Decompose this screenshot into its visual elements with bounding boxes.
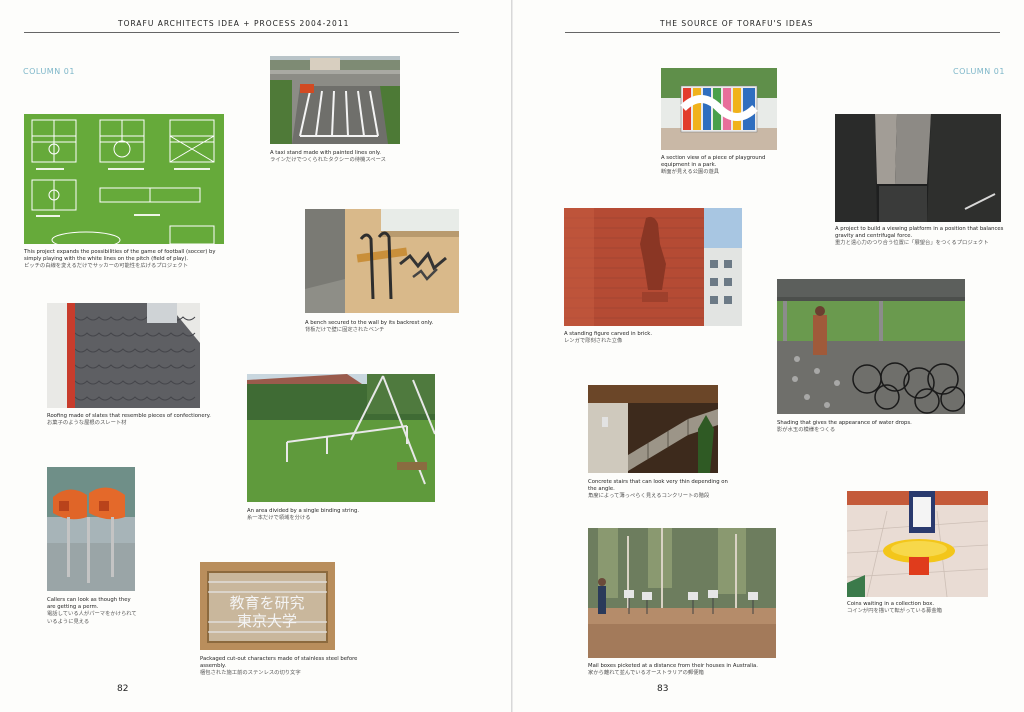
football-caption-en: This project expands the possibilities o… (24, 249, 216, 263)
header-rule-left (24, 32, 459, 33)
viewing-caption-ja: 重力と遠心力のつり合う位置に「展望台」をつくるプロジェクト (835, 240, 989, 247)
playground-caption-ja: 断面が見える公園の遊具 (661, 169, 720, 176)
running-head-left: TORAFU ARCHITECTS IDEA + PROCESS 2004-20… (118, 19, 350, 28)
sign-line-2: 東京大学 (237, 612, 297, 630)
taxi-caption-en: A taxi stand made with painted lines onl… (270, 150, 381, 156)
phone-caption: Callers can look as though they are gett… (47, 597, 139, 626)
playground-photo (661, 68, 777, 150)
mailbox-photo (588, 528, 776, 658)
page-number-right: 83 (657, 684, 669, 694)
football-caption-ja: ピッチの白線を変えるだけでサッカーの可能性を広げるプロジェクト (24, 263, 189, 270)
phone-caption-ja: 電話している人がパーマをかけられているように見える (47, 611, 137, 625)
string-caption-ja: 糸一本だけで領域を分ける (247, 515, 311, 522)
page-number-left: 82 (117, 684, 129, 694)
viewing-caption-en: A project to build a viewing platform in… (835, 226, 1004, 240)
shading-caption-ja: 影が水玉の模様をつくる (777, 427, 836, 434)
concrete-stairs-photo (588, 385, 718, 473)
chars-caption-en: Packaged cut-out characters made of stai… (200, 656, 358, 670)
stairs-caption: Concrete stairs that can look very thin … (588, 479, 728, 501)
packaged-characters-photo: 教育を研究 東京大学 (200, 562, 335, 650)
running-head-right: THE SOURCE OF TORAFU'S IDEAS (660, 19, 814, 28)
roof-caption-ja: お菓子のような屋根のスレート材 (47, 420, 127, 427)
brick-figure-photo (564, 208, 742, 326)
viewing-platform-photo (835, 114, 1001, 222)
shading-caption-en: Shading that gives the appearance of wat… (777, 420, 912, 426)
roof-caption: Roofing made of slates that resemble pie… (47, 413, 217, 427)
brick-caption: A standing figure carved in brick. レンガで彫… (564, 331, 744, 345)
left-page: TORAFU ARCHITECTS IDEA + PROCESS 2004-20… (0, 0, 511, 712)
bench-caption-en: A bench secured to the wall by its backr… (305, 320, 434, 326)
right-page: THE SOURCE OF TORAFU'S IDEAS COLUMN 01 A… (513, 0, 1024, 712)
stairs-caption-en: Concrete stairs that can look very thin … (588, 479, 728, 493)
coins-caption: Coins waiting in a collection box. コインが円… (847, 601, 997, 615)
chars-caption-ja: 梱包された施工前のステンレスの切り文字 (200, 670, 301, 677)
stairs-caption-ja: 角度によって薄っぺらく見えるコンクリートの階段 (588, 493, 710, 500)
brick-caption-en: A standing figure carved in brick. (564, 331, 653, 337)
column-label-left: COLUMN 01 (23, 67, 75, 76)
header-rule-right (565, 32, 1000, 33)
collection-box-photo (847, 491, 988, 597)
column-label-right: COLUMN 01 (953, 67, 1005, 76)
roof-photo (47, 303, 200, 408)
mailbox-caption-en: Mail boxes picketed at a distance from t… (588, 663, 758, 669)
bench-caption: A bench secured to the wall by its backr… (305, 320, 465, 334)
shading-caption: Shading that gives the appearance of wat… (777, 420, 957, 434)
viewing-caption: A project to build a viewing platform in… (835, 226, 1010, 248)
coins-caption-en: Coins waiting in a collection box. (847, 601, 935, 607)
bicycle-shading-photo (777, 279, 965, 414)
bench-caption-ja: 背板だけで壁に固定されたベンチ (305, 327, 385, 334)
football-pitch-diagrams (24, 114, 224, 244)
phone-caption-en: Callers can look as though they are gett… (47, 597, 131, 611)
sign-line-1: 教育を研究 (229, 594, 304, 612)
playground-caption: A section view of a piece of playground … (661, 155, 781, 177)
taxi-stand-photo (270, 56, 400, 144)
mailbox-caption-ja: 家から離れて並んでいるオーストラリアの郵便箱 (588, 670, 704, 677)
coins-caption-ja: コインが円を描いて転がっている募金箱 (847, 608, 942, 615)
bench-photo (305, 209, 459, 313)
phone-booth-photo (47, 467, 135, 591)
string-field-photo (247, 374, 435, 502)
playground-caption-en: A section view of a piece of playground … (661, 155, 766, 169)
book-spread: TORAFU ARCHITECTS IDEA + PROCESS 2004-20… (0, 0, 1024, 712)
taxi-caption: A taxi stand made with painted lines onl… (270, 150, 420, 164)
brick-caption-ja: レンガで彫刻された立像 (564, 338, 623, 345)
string-caption: An area divided by a single binding stri… (247, 508, 437, 522)
football-caption: This project expands the possibilities o… (24, 249, 229, 271)
taxi-caption-ja: ラインだけでつくられたタクシーの待機スペース (270, 157, 386, 164)
string-caption-en: An area divided by a single binding stri… (247, 508, 360, 514)
roof-caption-en: Roofing made of slates that resemble pie… (47, 413, 211, 419)
chars-caption: Packaged cut-out characters made of stai… (200, 656, 360, 678)
mailbox-caption: Mail boxes picketed at a distance from t… (588, 663, 788, 677)
